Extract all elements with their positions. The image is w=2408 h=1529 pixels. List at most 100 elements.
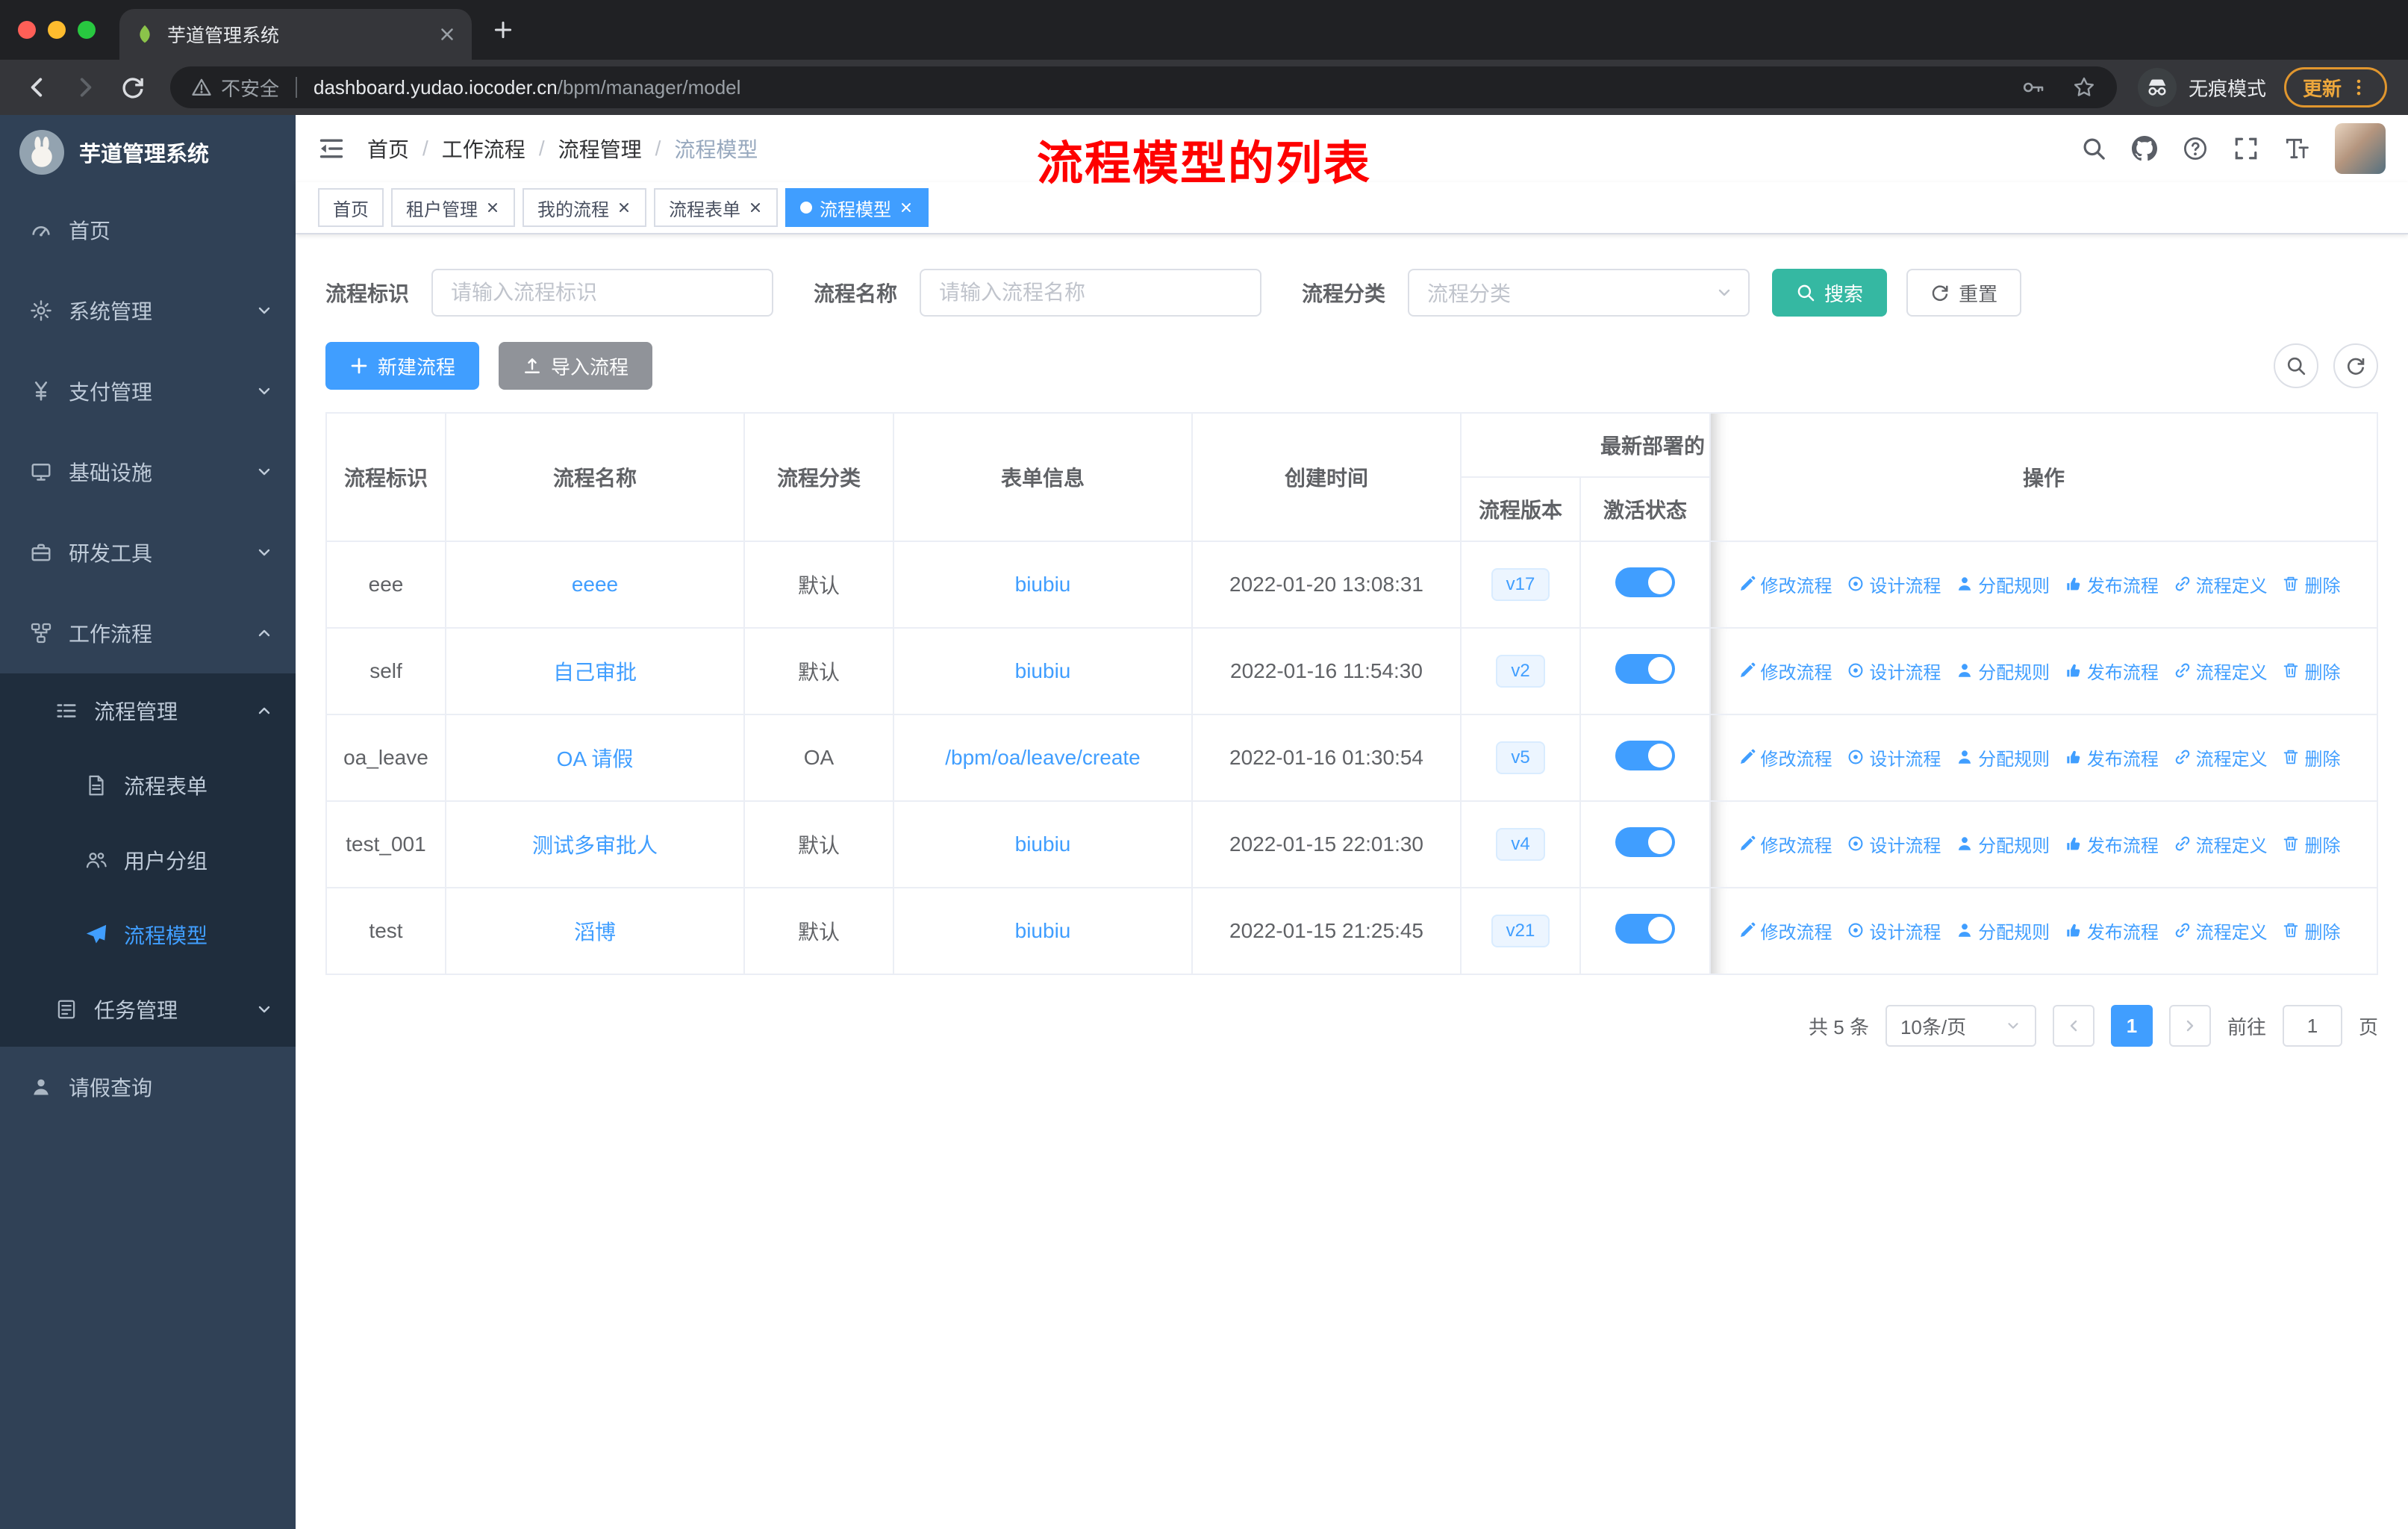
action-publish-link[interactable]: 发布流程 — [2065, 918, 2159, 944]
category-select[interactable]: 流程分类 — [1408, 269, 1750, 317]
action-assign-rule-link[interactable]: 分配规则 — [1956, 831, 2050, 857]
fullscreen-icon[interactable] — [2233, 136, 2259, 161]
tab-close-icon[interactable] — [437, 25, 457, 44]
prev-page-button[interactable] — [2052, 1005, 2094, 1047]
security-warning-icon[interactable] — [191, 77, 212, 98]
import-process-button[interactable]: 导入流程 — [499, 342, 653, 390]
action-edit-link[interactable]: 修改流程 — [1738, 918, 1832, 944]
tag-close-icon[interactable] — [617, 200, 631, 215]
breadcrumb-home[interactable]: 首页 — [367, 134, 409, 164]
tag-my-process[interactable]: 我的流程 — [523, 188, 646, 227]
toggle-search-button[interactable] — [2274, 343, 2318, 388]
sidebar-item-process-form[interactable]: 流程表单 — [0, 748, 296, 823]
action-delete-link[interactable]: 删除 — [2282, 831, 2340, 857]
sidebar-item-leave-query[interactable]: 请假查询 — [0, 1047, 296, 1127]
action-publish-link[interactable]: 发布流程 — [2065, 831, 2159, 857]
action-design-link[interactable]: 设计流程 — [1847, 571, 1941, 597]
tag-process-model[interactable]: 流程模型 — [785, 188, 929, 227]
active-toggle[interactable] — [1615, 913, 1675, 944]
action-definition-link[interactable]: 流程定义 — [2174, 918, 2268, 944]
action-assign-rule-link[interactable]: 分配规则 — [1956, 658, 2050, 684]
sidebar-item-system-mgmt[interactable]: 系统管理 — [0, 270, 296, 351]
action-edit-link[interactable]: 修改流程 — [1738, 744, 1832, 770]
action-definition-link[interactable]: 流程定义 — [2174, 571, 2268, 597]
help-icon[interactable] — [2183, 136, 2208, 161]
next-page-button[interactable] — [2168, 1005, 2211, 1047]
search-button[interactable]: 搜索 — [1772, 269, 1888, 317]
sidebar-item-process-model[interactable]: 流程模型 — [0, 897, 296, 972]
action-delete-link[interactable]: 删除 — [2282, 744, 2340, 770]
form-info-link[interactable]: /bpm/oa/leave/create — [945, 746, 1141, 769]
process-name-link[interactable]: 滔博 — [574, 921, 616, 944]
sidebar-item-user-group[interactable]: 用户分组 — [0, 823, 296, 897]
menu-dots-icon[interactable] — [2349, 78, 2368, 97]
font-size-icon[interactable] — [2284, 136, 2309, 161]
sidebar-item-task-mgmt[interactable]: 任务管理 — [0, 972, 296, 1047]
action-edit-link[interactable]: 修改流程 — [1738, 571, 1832, 597]
goto-page-input[interactable] — [2282, 1005, 2342, 1047]
update-button[interactable]: 更新 — [2283, 67, 2387, 108]
action-assign-rule-link[interactable]: 分配规则 — [1956, 571, 2050, 597]
action-definition-link[interactable]: 流程定义 — [2174, 831, 2268, 857]
action-publish-link[interactable]: 发布流程 — [2065, 744, 2159, 770]
tag-close-icon[interactable] — [899, 200, 914, 215]
process-name-link[interactable]: eeee — [572, 573, 618, 596]
action-assign-rule-link[interactable]: 分配规则 — [1956, 744, 2050, 770]
action-edit-link[interactable]: 修改流程 — [1738, 831, 1832, 857]
form-info-link[interactable]: biubiu — [1015, 919, 1071, 942]
reload-button[interactable] — [110, 65, 155, 110]
current-page[interactable]: 1 — [2110, 1005, 2153, 1047]
action-delete-link[interactable]: 删除 — [2282, 918, 2340, 944]
forward-button[interactable] — [63, 65, 107, 110]
process-name-link[interactable]: 测试多审批人 — [532, 834, 658, 857]
action-design-link[interactable]: 设计流程 — [1847, 831, 1941, 857]
address-bar[interactable]: 不安全 dashboard.yudao.iocoder.cn/bpm/manag… — [170, 66, 2117, 108]
form-info-link[interactable]: biubiu — [1015, 573, 1071, 596]
action-assign-rule-link[interactable]: 分配规则 — [1956, 918, 2050, 944]
active-toggle[interactable] — [1615, 567, 1675, 597]
create-process-button[interactable]: 新建流程 — [325, 342, 480, 390]
sidebar-item-infrastructure[interactable]: 基础设施 — [0, 432, 296, 512]
process-name-link[interactable]: OA 请假 — [557, 747, 634, 770]
active-toggle[interactable] — [1615, 653, 1675, 684]
sidebar-item-payment-mgmt[interactable]: 支付管理 — [0, 351, 296, 432]
process-key-input[interactable] — [431, 269, 774, 317]
active-toggle[interactable] — [1615, 826, 1675, 857]
bookmark-star-icon[interactable] — [2072, 75, 2096, 99]
sidebar-item-dev-tools[interactable]: 研发工具 — [0, 512, 296, 593]
window-zoom-button[interactable] — [78, 21, 96, 39]
refresh-table-button[interactable] — [2333, 343, 2378, 388]
action-definition-link[interactable]: 流程定义 — [2174, 744, 2268, 770]
process-name-link[interactable]: 自己审批 — [553, 661, 637, 684]
password-key-icon[interactable] — [2021, 75, 2045, 99]
breadcrumb-workflow[interactable]: 工作流程 — [442, 134, 525, 164]
window-close-button[interactable] — [18, 21, 36, 39]
sidebar-item-workflow[interactable]: 工作流程 — [0, 593, 296, 673]
action-publish-link[interactable]: 发布流程 — [2065, 658, 2159, 684]
window-minimize-button[interactable] — [48, 21, 66, 39]
action-delete-link[interactable]: 删除 — [2282, 571, 2340, 597]
sidebar-item-process-mgmt[interactable]: 流程管理 — [0, 673, 296, 748]
sidebar-toggle-icon[interactable] — [318, 135, 345, 162]
page-size-select[interactable]: 10条/页 — [1885, 1005, 2036, 1047]
reset-button[interactable]: 重置 — [1906, 269, 2022, 317]
tag-tenant-mgmt[interactable]: 租户管理 — [391, 188, 515, 227]
active-toggle[interactable] — [1615, 740, 1675, 770]
action-design-link[interactable]: 设计流程 — [1847, 918, 1941, 944]
github-icon[interactable] — [2132, 136, 2157, 161]
process-name-input[interactable] — [920, 269, 1262, 317]
tag-close-icon[interactable] — [748, 200, 763, 215]
action-edit-link[interactable]: 修改流程 — [1738, 658, 1832, 684]
breadcrumb-process-mgmt[interactable]: 流程管理 — [558, 134, 642, 164]
form-info-link[interactable]: biubiu — [1015, 832, 1071, 856]
search-icon[interactable] — [2081, 136, 2106, 161]
tag-process-form[interactable]: 流程表单 — [654, 188, 778, 227]
action-design-link[interactable]: 设计流程 — [1847, 658, 1941, 684]
tag-home[interactable]: 首页 — [318, 188, 384, 227]
action-publish-link[interactable]: 发布流程 — [2065, 571, 2159, 597]
tag-close-icon[interactable] — [485, 200, 500, 215]
back-button[interactable] — [15, 65, 60, 110]
browser-tab[interactable]: 芋道管理系统 — [119, 9, 472, 60]
action-design-link[interactable]: 设计流程 — [1847, 744, 1941, 770]
user-avatar[interactable] — [2335, 123, 2386, 174]
